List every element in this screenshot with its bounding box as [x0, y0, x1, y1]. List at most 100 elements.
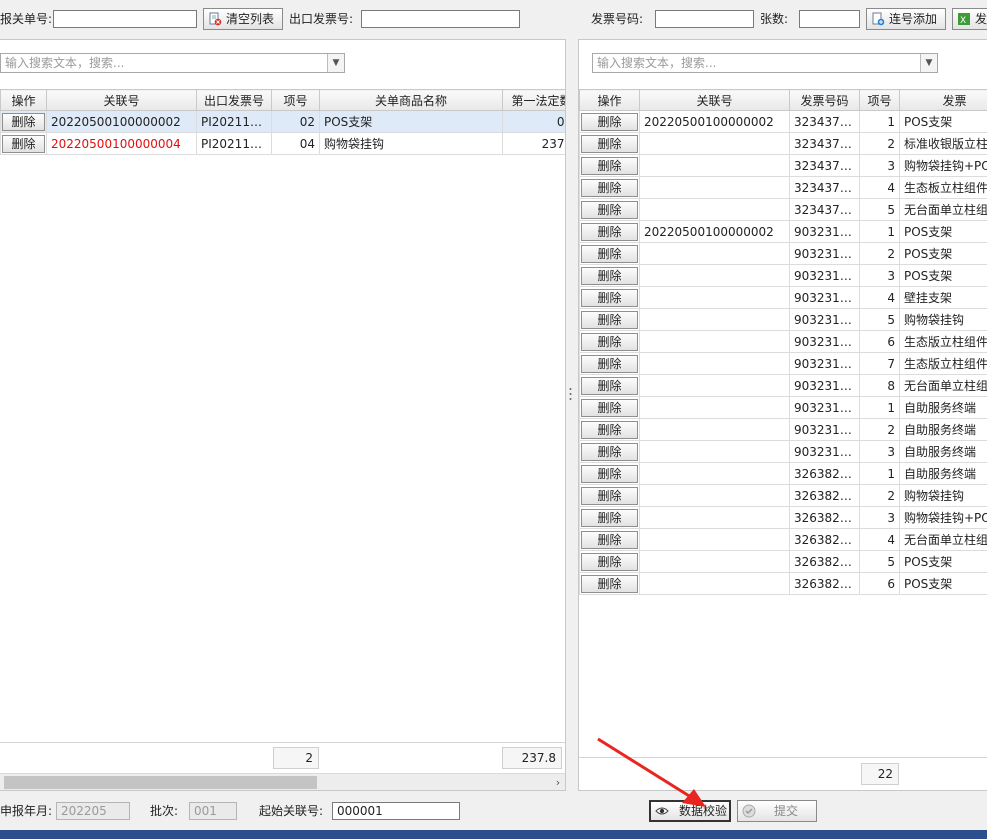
col-header-first-qty[interactable]: 第一法定数: [502, 89, 565, 111]
col-header-item-no[interactable]: 项号: [859, 89, 900, 111]
link-no-cell: [639, 286, 790, 309]
invoice-name-cell: POS支架: [899, 220, 987, 243]
delete-button[interactable]: 删除: [581, 486, 638, 505]
invoice-name-cell: 自助服务终端: [899, 418, 987, 441]
table-row[interactable]: 删除 32638237 1 自助服务终端: [579, 462, 987, 485]
col-header-goods-name[interactable]: 关单商品名称: [319, 89, 503, 111]
delete-button[interactable]: 删除: [581, 464, 638, 483]
delete-button[interactable]: 删除: [581, 156, 638, 175]
table-row[interactable]: 删除 90323178 6 生态版立柱组件: [579, 330, 987, 353]
delete-button[interactable]: 删除: [581, 244, 638, 263]
col-header-invoice-name[interactable]: 发票: [899, 89, 987, 111]
submit-button[interactable]: 提交: [737, 800, 817, 822]
link-no-cell: [639, 242, 790, 265]
item-no-cell: 1: [859, 110, 900, 133]
splitter-handle[interactable]: [569, 386, 572, 402]
export-invoice-input[interactable]: [361, 10, 520, 28]
delete-button[interactable]: 删除: [581, 310, 638, 329]
table-row[interactable]: 删除 326382373购物袋挂钩+POS: [579, 506, 987, 529]
scroll-right-icon[interactable]: ›: [551, 774, 565, 790]
table-row[interactable]: 删除 32638237 5 POS支架: [579, 550, 987, 573]
delete-button[interactable]: 删除: [581, 552, 638, 571]
table-row[interactable]: 删除 90323178 4 壁挂支架: [579, 286, 987, 309]
invoice-code-input[interactable]: [655, 10, 754, 28]
invoice-name-cell: POS支架: [899, 110, 987, 133]
table-row[interactable]: 删除 20220500100000002 32343791 1 POS支架: [579, 110, 987, 133]
table-row[interactable]: 删除 32343791 5 无台面单立柱组: [579, 198, 987, 221]
left-search-input[interactable]: 输入搜索文本，搜索... ▼: [0, 53, 345, 73]
table-row[interactable]: 删除 20220500100000004 PI202111... 04 购物袋挂…: [0, 132, 565, 155]
delete-button[interactable]: 删除: [581, 574, 638, 593]
invoice-code-cell: 90323181: [789, 440, 860, 463]
chevron-down-icon[interactable]: ▼: [920, 54, 937, 72]
invoice-name-cell: 标准收银版立柱: [899, 132, 987, 155]
extra-action-button[interactable]: X 发: [952, 8, 987, 30]
delete-button[interactable]: 删除: [581, 332, 638, 351]
delete-button[interactable]: 删除: [581, 442, 638, 461]
goods-name-cell: 购物袋挂钩: [319, 132, 503, 155]
delete-button[interactable]: 删除: [581, 112, 638, 131]
horizontal-scrollbar[interactable]: ›: [0, 773, 565, 790]
delete-button[interactable]: 删除: [581, 134, 638, 153]
item-no-cell: 4: [859, 286, 900, 309]
col-header-link-no[interactable]: 关联号: [639, 89, 790, 111]
chevron-down-icon[interactable]: ▼: [327, 54, 344, 72]
delete-button[interactable]: 删除: [581, 530, 638, 549]
col-header-invoice-code[interactable]: 发票号码: [789, 89, 860, 111]
seq-add-button[interactable]: 连号添加: [866, 8, 946, 30]
invoice-name-cell: 自助服务终端: [899, 462, 987, 485]
table-row[interactable]: 删除 32343791 4 生态板立柱组件: [579, 176, 987, 199]
table-row[interactable]: 删除 32343791 2 标准收银版立柱: [579, 132, 987, 155]
table-row[interactable]: 删除 90323178 3 POS支架: [579, 264, 987, 287]
delete-button[interactable]: 删除: [581, 398, 638, 417]
delete-button[interactable]: 删除: [581, 178, 638, 197]
col-header-item-no[interactable]: 项号: [271, 89, 320, 111]
delete-button[interactable]: 删除: [581, 288, 638, 307]
delete-button[interactable]: 删除: [581, 200, 638, 219]
delete-button[interactable]: 删除: [581, 266, 638, 285]
col-header-op[interactable]: 操作: [579, 89, 640, 111]
table-row[interactable]: 删除 90323181 2 自助服务终端: [579, 418, 987, 441]
table-row[interactable]: 删除 90323178 5 购物袋挂钩: [579, 308, 987, 331]
declare-no-input[interactable]: [53, 10, 197, 28]
clear-list-button[interactable]: 清空列表: [203, 8, 283, 30]
delete-button[interactable]: 删除: [2, 112, 45, 131]
delete-button[interactable]: 删除: [581, 354, 638, 373]
start-link-input[interactable]: 000001: [332, 802, 460, 820]
clear-list-label: 清空列表: [226, 12, 275, 26]
declare-month-input[interactable]: 202205: [56, 802, 130, 820]
col-header-export-invoice[interactable]: 出口发票号: [196, 89, 272, 111]
check-circle-icon: [742, 804, 756, 818]
delete-button[interactable]: 删除: [581, 420, 638, 439]
invoice-code-cell: 32343791: [789, 132, 860, 155]
link-no-cell: [639, 154, 790, 177]
scrollbar-thumb[interactable]: [4, 776, 317, 789]
item-no-cell: 04: [271, 132, 320, 155]
table-row[interactable]: 删除 20220500100000002 90323178 1 POS支架: [579, 220, 987, 243]
col-header-link-no[interactable]: 关联号: [46, 89, 197, 111]
delete-button[interactable]: 删除: [581, 222, 638, 241]
table-row[interactable]: 删除 90323178 8 无台面单立柱组: [579, 374, 987, 397]
table-row[interactable]: 删除 32638237 4 无台面单立柱组: [579, 528, 987, 551]
table-row[interactable]: 删除 20220500100000002 PI202111... 02 POS支…: [0, 110, 565, 133]
invoice-code-cell: 90323178: [789, 374, 860, 397]
delete-button[interactable]: 删除: [2, 134, 45, 153]
invoice-code-cell: 90323178: [789, 264, 860, 287]
batch-input[interactable]: 001: [189, 802, 237, 820]
item-no-cell: 4: [859, 176, 900, 199]
table-row[interactable]: 删除 90323178 2 POS支架: [579, 242, 987, 265]
left-footer-sum: 237.8: [502, 747, 562, 769]
right-search-input[interactable]: 输入搜索文本，搜索... ▼: [592, 53, 938, 73]
right-search-placeholder: 输入搜索文本，搜索...: [597, 56, 717, 70]
table-row[interactable]: 删除 32638237 2 购物袋挂钩: [579, 484, 987, 507]
table-row[interactable]: 删除 323437913购物袋挂钩+POS: [579, 154, 987, 177]
col-header-op[interactable]: 操作: [0, 89, 47, 111]
table-row[interactable]: 删除 32638237 6 POS支架: [579, 572, 987, 595]
table-row[interactable]: 删除 90323178 7 生态版立柱组件: [579, 352, 987, 375]
table-row[interactable]: 删除 90323181 3 自助服务终端: [579, 440, 987, 463]
count-input[interactable]: [799, 10, 860, 28]
delete-button[interactable]: 删除: [581, 508, 638, 527]
link-no-cell: [639, 484, 790, 507]
table-row[interactable]: 删除 90323181 1 自助服务终端: [579, 396, 987, 419]
delete-button[interactable]: 删除: [581, 376, 638, 395]
